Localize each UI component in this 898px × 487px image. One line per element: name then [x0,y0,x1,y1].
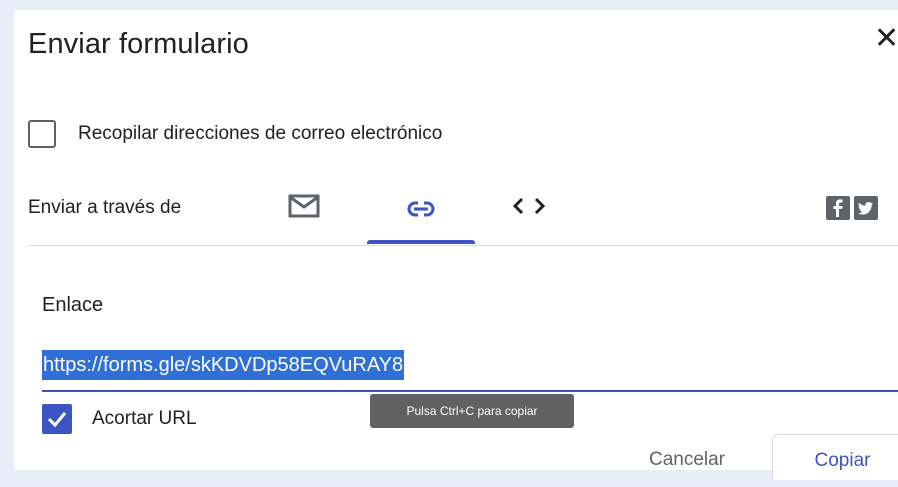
shorten-url-label: Acortar URL [92,408,197,429]
dialog-title: Enviar formulario [28,28,249,60]
email-icon [288,194,320,218]
shorten-url-option[interactable]: Acortar URL [42,402,197,436]
collect-email-label: Recopilar direcciones de correo electrón… [78,123,443,144]
shorten-url-checkbox[interactable] [42,404,72,434]
code-icon [512,197,546,215]
send-form-dialog: Enviar formulario ✕ Recopilar direccione… [14,10,898,480]
tab-link[interactable] [367,186,475,244]
selected-tab-indicator [367,240,475,244]
twitter-icon[interactable] [854,196,878,220]
send-via-row: Enviar a través de [28,186,898,244]
link-section-label: Enlace [42,294,104,316]
checkmark-icon [47,412,67,428]
url-input[interactable]: https://forms.gle/skKDVDp58EQVuRAY8 [42,350,898,392]
url-text[interactable]: https://forms.gle/skKDVDp58EQVuRAY8 [42,350,405,380]
collect-email-checkbox[interactable] [28,120,56,148]
collect-email-option[interactable]: Recopilar direcciones de correo electrón… [28,116,442,152]
cancel-button[interactable]: Cancelar [622,434,752,480]
tab-embed[interactable] [500,186,560,242]
tabs-divider [28,245,898,246]
close-icon[interactable]: ✕ [874,24,898,54]
link-icon [407,200,435,218]
copy-button[interactable]: Copiar [772,434,898,480]
send-via-label: Enviar a través de [28,197,182,218]
copy-hint-tooltip: Pulsa Ctrl+C para copiar [370,394,574,428]
facebook-icon[interactable] [826,196,850,220]
tab-email[interactable] [278,186,338,242]
